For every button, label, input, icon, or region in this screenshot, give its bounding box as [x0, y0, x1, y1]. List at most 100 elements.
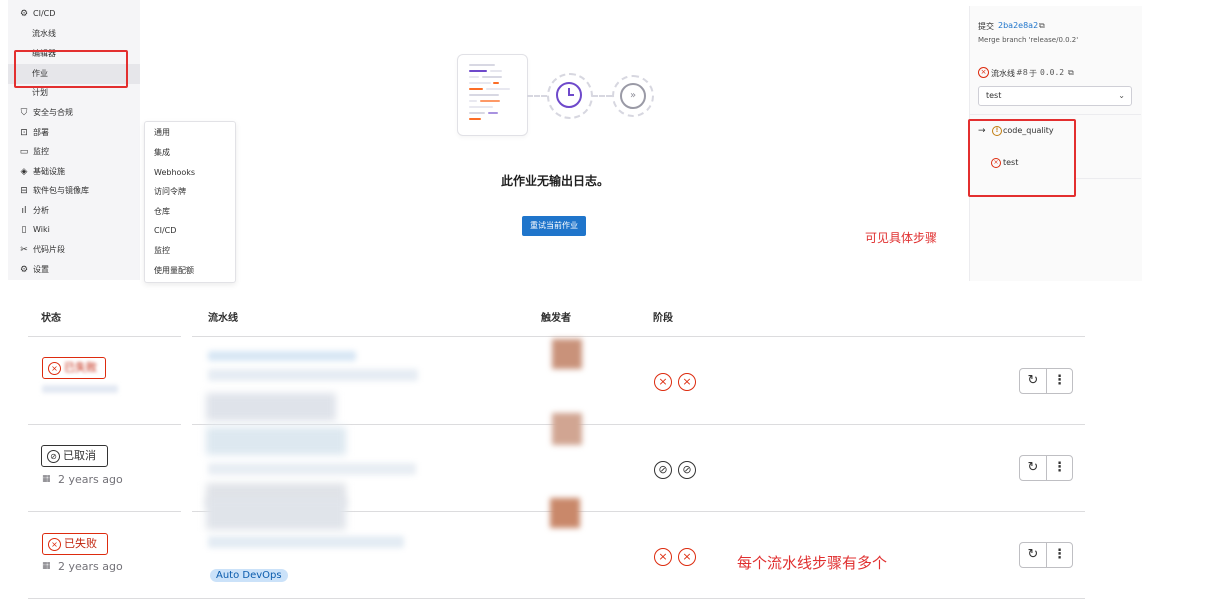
- wiki-icon: ▯: [21, 225, 27, 235]
- avatar[interactable]: [550, 498, 580, 528]
- sidebar-item-label: 基础设施: [33, 167, 65, 176]
- stage-failed-icon[interactable]: ×: [678, 373, 696, 391]
- failed-status-icon: ×: [48, 362, 61, 375]
- flyout-item-integrations[interactable]: 集成: [154, 147, 170, 159]
- avatar[interactable]: [552, 339, 582, 369]
- annotation-note: 每个流水线步骤有多个: [737, 554, 888, 572]
- sidebar-item-label: CI/CD: [33, 9, 56, 18]
- commit-label: 提交: [978, 22, 994, 31]
- stage-canceled-icon[interactable]: ⊘: [678, 461, 696, 479]
- row-actions: ↻ ⋮: [1019, 368, 1073, 394]
- chevron-down-icon: ⌄: [1118, 91, 1125, 100]
- flyout-item-general[interactable]: 通用: [154, 127, 170, 139]
- calendar-icon: ▦: [42, 561, 51, 571]
- blurred-content: [206, 498, 346, 530]
- sidebar-item-deploy[interactable]: ⊡ 部署: [8, 123, 140, 143]
- blurred-content: [208, 536, 404, 548]
- sidebar-item-snippets[interactable]: ✂ 代码片段: [8, 240, 140, 260]
- table-row: × 已失败 ▦ 2 years ago Auto DevOps × × ↻ ⋮: [0, 498, 1085, 598]
- highlight-box-jobs-list: [968, 119, 1076, 197]
- failed-status-icon: ×: [978, 67, 989, 78]
- status-badge[interactable]: × 已失败: [42, 357, 106, 379]
- sidebar-item-cicd[interactable]: ⚙ CI/CD: [8, 4, 140, 24]
- infrastructure-icon: ◈: [20, 167, 28, 177]
- connector-line: [527, 95, 547, 97]
- connector-line: [592, 95, 612, 97]
- log-document-illustration: [457, 54, 528, 136]
- copy-icon[interactable]: ⧉: [1039, 21, 1045, 31]
- sidebar-item-monitor[interactable]: ▭ 监控: [8, 142, 140, 162]
- column-header-triggerer: 触发者: [541, 313, 571, 324]
- canceled-status-icon: ⊘: [47, 450, 60, 463]
- flyout-item-webhooks[interactable]: Webhooks: [154, 167, 195, 179]
- deploy-icon: ⊡: [20, 128, 28, 138]
- divider: [969, 114, 1141, 115]
- retry-icon[interactable]: ↻: [1020, 543, 1047, 567]
- settings-flyout-menu: 通用 集成 Webhooks 访问令牌 仓库 CI/CD 监控 使用量配额: [144, 121, 236, 283]
- sidebar-item-wiki[interactable]: ▯ Wiki: [8, 220, 140, 240]
- column-header-status: 状态: [41, 313, 61, 324]
- flyout-item-cicd[interactable]: CI/CD: [154, 225, 176, 237]
- sidebar-item-pipelines[interactable]: 流水线: [8, 24, 140, 44]
- sidebar-item-settings[interactable]: ⚙ 设置: [8, 260, 140, 280]
- more-actions-icon[interactable]: ⋮: [1047, 543, 1072, 567]
- clock-icon: [556, 82, 582, 108]
- stage-dropdown[interactable]: test ⌄: [978, 86, 1132, 106]
- auto-devops-badge[interactable]: Auto DevOps: [210, 569, 288, 582]
- flyout-item-monitor[interactable]: 监控: [154, 245, 170, 257]
- project-sidebar: ⚙ CI/CD 流水线 编辑器 作业 计划 ⛉ 安全与合规 ⊡ 部署 ▭ 监控 …: [8, 0, 140, 280]
- sidebar-item-infrastructure[interactable]: ◈ 基础设施: [8, 162, 140, 182]
- pipeline-ref[interactable]: 0.0.2: [1040, 68, 1064, 77]
- pipeline-for-text: 于: [1029, 69, 1037, 78]
- status-badge-label: 已失败: [64, 361, 97, 374]
- flyout-item-access-tokens[interactable]: 访问令牌: [154, 186, 186, 198]
- column-header-pipeline: 流水线: [208, 313, 238, 324]
- status-badge[interactable]: × 已失败: [42, 533, 108, 555]
- empty-log-title: 此作业无输出日志。: [500, 174, 609, 188]
- sidebar-item-packages[interactable]: ⊟ 软件包与镜像库: [8, 181, 140, 201]
- shield-icon: ⛉: [20, 108, 28, 118]
- copy-icon[interactable]: ⧉: [1068, 68, 1074, 78]
- stage-failed-icon[interactable]: ×: [654, 373, 672, 391]
- avatar[interactable]: [552, 413, 582, 445]
- flyout-item-usage-quotas[interactable]: 使用量配额: [154, 265, 194, 277]
- pipeline-number-link[interactable]: #8: [1016, 68, 1028, 77]
- stage-failed-icon[interactable]: ×: [654, 548, 672, 566]
- more-actions-icon[interactable]: ⋮: [1047, 456, 1072, 480]
- sidebar-item-label: 分析: [33, 206, 49, 215]
- stage-failed-icon[interactable]: ×: [678, 548, 696, 566]
- sidebar-item-label: 监控: [33, 147, 49, 156]
- blurred-content: [208, 463, 416, 475]
- annotation-note: 可见具体步骤: [865, 231, 938, 245]
- table-row: ⊘ 已取消 ▦ 2 years ago ⊘ ⊘ ↻ ⋮: [0, 413, 1085, 511]
- retry-job-button[interactable]: 重试当前作业: [522, 216, 586, 236]
- pipeline-label: 流水线: [991, 69, 1015, 78]
- sidebar-item-label: 安全与合规: [33, 108, 73, 117]
- divider: [28, 598, 1085, 599]
- retry-icon[interactable]: ↻: [1020, 369, 1047, 393]
- column-header-stages: 阶段: [653, 313, 673, 324]
- blurred-content: [42, 385, 118, 393]
- settings-icon: ⚙: [19, 265, 29, 275]
- snippet-icon: ✂: [20, 245, 28, 255]
- package-icon: ⊟: [20, 186, 28, 196]
- row-actions: ↻ ⋮: [1019, 455, 1073, 481]
- sidebar-item-security[interactable]: ⛉ 安全与合规: [8, 103, 140, 123]
- retry-icon[interactable]: ↻: [1020, 456, 1047, 480]
- monitor-icon: ▭: [19, 147, 29, 157]
- blurred-content: [208, 369, 418, 381]
- failed-status-icon: ×: [48, 538, 61, 551]
- highlight-box-jobs: [14, 50, 128, 88]
- analytics-icon: ıl: [21, 206, 27, 216]
- sidebar-item-label: 代码片段: [33, 245, 65, 254]
- stage-canceled-icon[interactable]: ⊘: [654, 461, 672, 479]
- sidebar-item-analytics[interactable]: ıl 分析: [8, 201, 140, 221]
- status-badge-label: 已取消: [63, 449, 96, 462]
- commit-sha-link[interactable]: 2ba2e8a2: [998, 21, 1038, 30]
- divider: [1074, 178, 1141, 179]
- flyout-item-repository[interactable]: 仓库: [154, 206, 170, 218]
- blurred-content: [206, 393, 336, 421]
- rocket-icon: ⚙: [19, 9, 29, 19]
- status-badge[interactable]: ⊘ 已取消: [41, 445, 108, 467]
- more-actions-icon[interactable]: ⋮: [1047, 369, 1072, 393]
